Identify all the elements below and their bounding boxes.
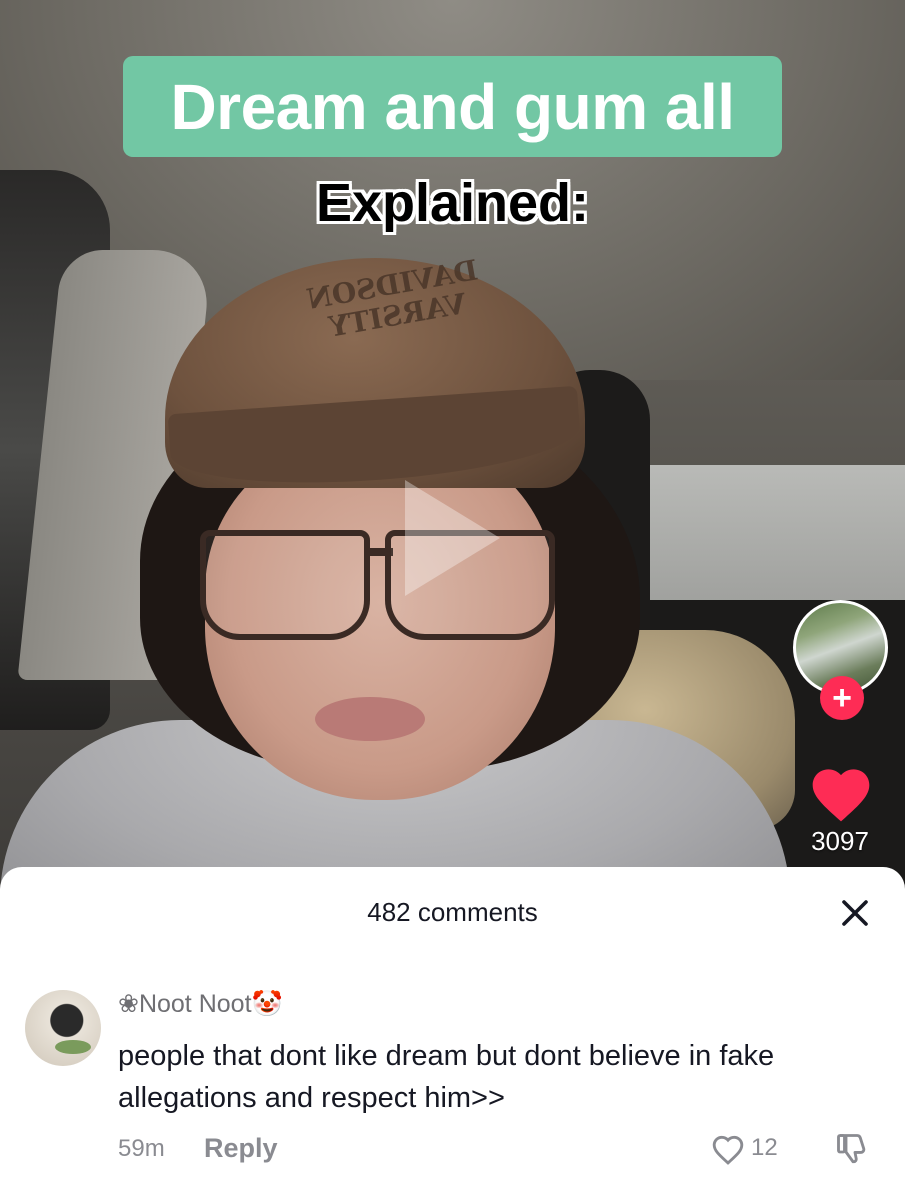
reply-button[interactable]: Reply <box>204 1133 278 1164</box>
comment-username[interactable]: ❀Noot Noot🤡 <box>118 989 283 1019</box>
close-button[interactable] <box>833 891 877 935</box>
person-lips <box>315 697 425 741</box>
comments-count-title: 482 comments <box>367 897 538 927</box>
heart-icon[interactable] <box>808 762 874 824</box>
caption-banner: Dream and gum all <box>123 56 782 157</box>
plus-icon: + <box>832 679 852 717</box>
caption-subtitle: Explained: <box>315 173 590 233</box>
avatar-image-detail <box>55 1040 91 1054</box>
caption-title: Dream and gum all <box>170 70 735 143</box>
play-icon[interactable] <box>405 480 500 596</box>
heart-outline-icon[interactable] <box>710 1132 746 1166</box>
comments-sheet: 482 comments ❀Noot Noot🤡 people that don… <box>0 867 905 1200</box>
video-player[interactable]: DAVIDSON VARSITY Dream and gum all Expla… <box>0 0 905 900</box>
dislike-icon[interactable] <box>834 1131 870 1167</box>
comment-timestamp: 59m <box>118 1135 165 1162</box>
like-count: 3097 <box>811 826 869 856</box>
comment-text: people that dont like dream but dont bel… <box>118 1040 775 1114</box>
close-icon <box>842 900 868 926</box>
commenter-avatar[interactable] <box>25 990 101 1066</box>
glasses-lens-left <box>200 530 370 640</box>
comment-like-count: 12 <box>751 1134 778 1161</box>
follow-button[interactable]: + <box>820 676 864 720</box>
